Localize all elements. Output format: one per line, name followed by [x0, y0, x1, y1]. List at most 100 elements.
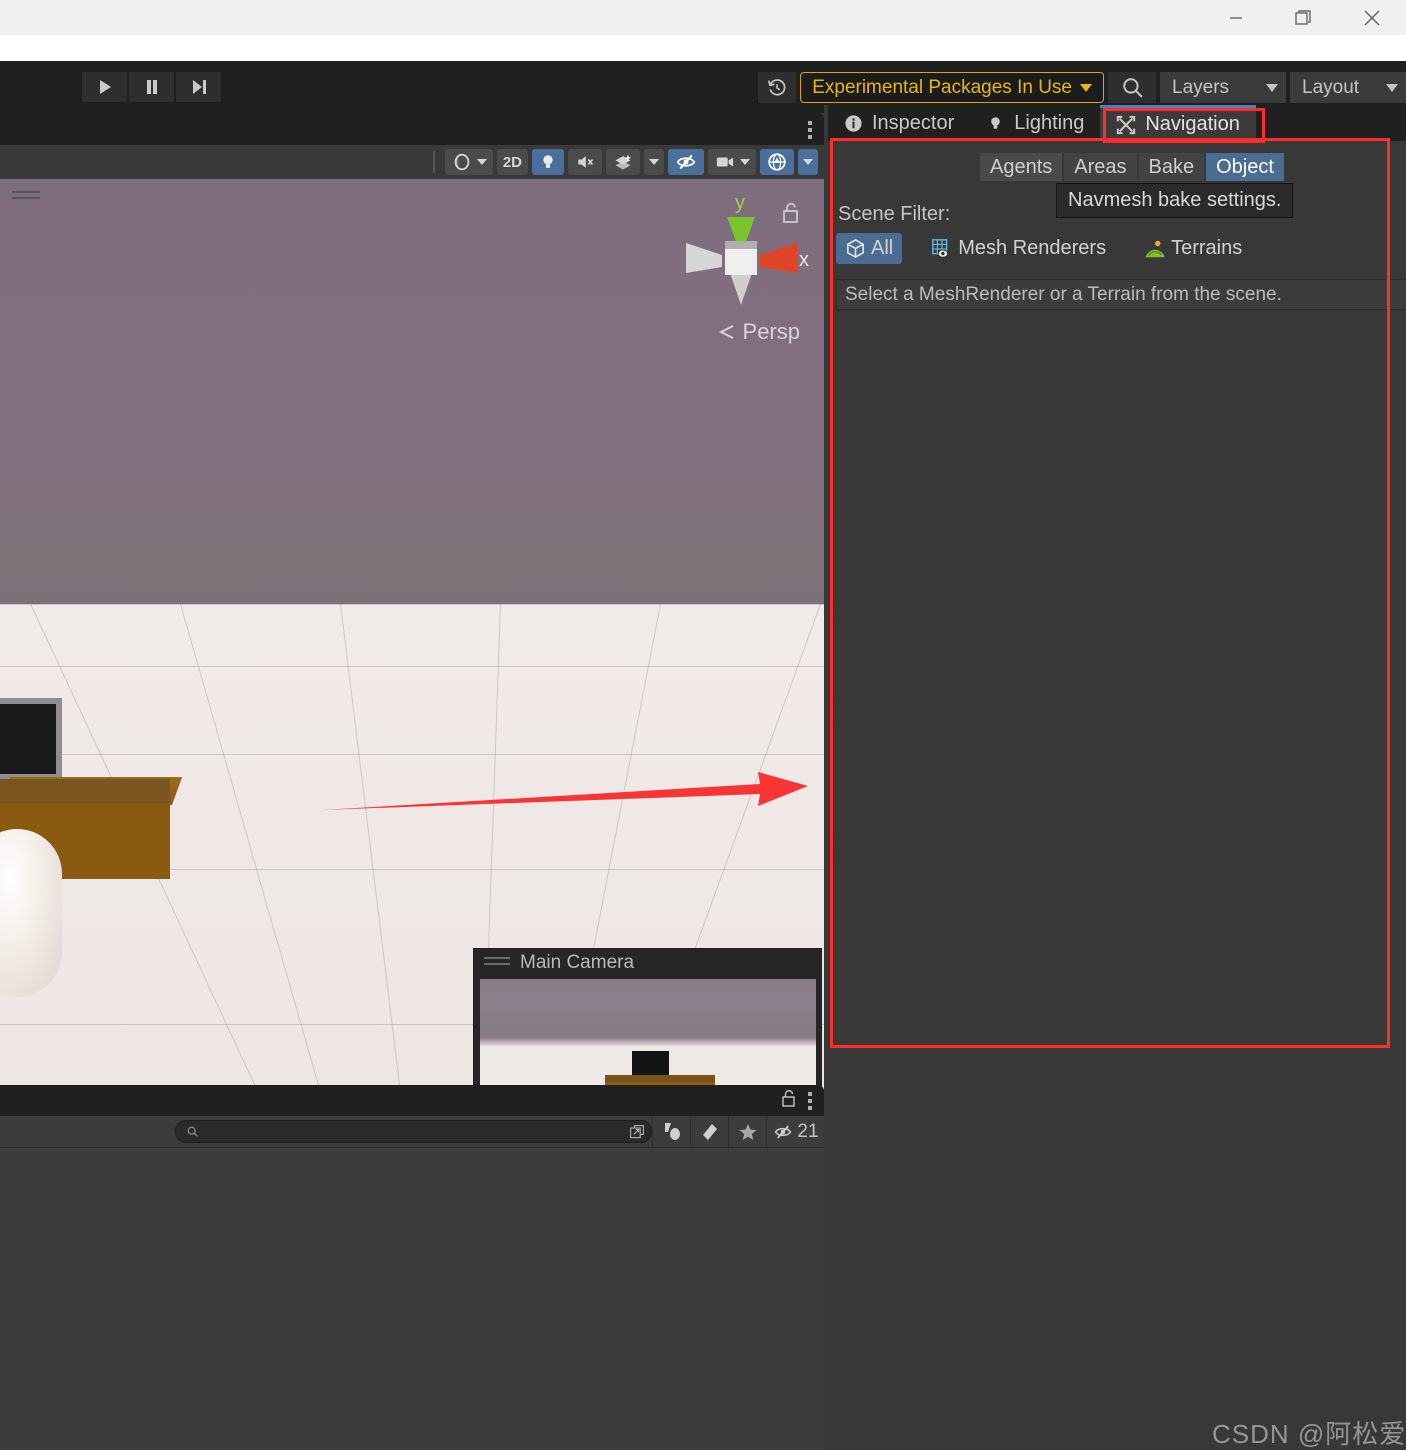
layers-dropdown[interactable]: Layers: [1160, 72, 1286, 103]
info-icon: [845, 114, 862, 132]
layout-dropdown[interactable]: Layout: [1290, 72, 1406, 103]
bake-tooltip: Navmesh bake settings.: [1056, 183, 1294, 218]
tab-navigation[interactable]: Navigation: [1100, 105, 1256, 141]
restore-icon: [1295, 9, 1311, 25]
chevron-down-icon: [1386, 83, 1398, 92]
favorites-filter-button[interactable]: [728, 1116, 766, 1147]
hidden-objects-toggle-button[interactable]: [668, 149, 704, 175]
sphere-icon: [454, 153, 470, 171]
hierarchy-toolbar: 21: [0, 1116, 824, 1147]
scene-projection-label[interactable]: Persp: [717, 319, 800, 345]
hierarchy-search-field[interactable]: [175, 1120, 652, 1143]
filter-all[interactable]: All: [836, 233, 903, 264]
close-button[interactable]: [1338, 0, 1406, 35]
chevron-down-icon: [803, 159, 813, 165]
navigation-empty-message-text: Select a MeshRenderer or a Terrain from …: [845, 283, 1282, 305]
segment-areas[interactable]: Areas: [1064, 153, 1137, 181]
segment-bake[interactable]: Bake: [1138, 153, 1205, 181]
restore-button[interactable]: [1270, 0, 1338, 35]
gizmo-lock-button[interactable]: [780, 201, 802, 230]
tab-lighting-label: Lighting: [1014, 111, 1085, 134]
kebab-menu-icon[interactable]: [808, 121, 812, 139]
tab-inspector[interactable]: Inspector: [828, 105, 970, 141]
scene-view-toolbar: 2D: [0, 145, 824, 179]
os-title-bar: [0, 0, 1406, 35]
filter-mesh-renderers-label: Mesh Renderers: [958, 237, 1107, 259]
search-icon: [1122, 78, 1143, 98]
2d-label: 2D: [502, 153, 522, 171]
chevron-left-icon: [718, 325, 733, 339]
effects-toggle-button[interactable]: [606, 149, 640, 175]
scene-view-tabbar: [0, 113, 824, 145]
segment-agents[interactable]: Agents: [980, 153, 1063, 181]
title-bar-spacer: [0, 35, 1406, 61]
drag-handle-icon[interactable]: [484, 956, 510, 969]
lightbulb-icon: [991, 116, 1001, 129]
camera-preview-titlebar: Main Camera: [474, 949, 821, 976]
lighting-toggle-button[interactable]: [532, 149, 564, 175]
kebab-menu-icon[interactable]: [808, 1091, 812, 1110]
scene-view-panel: 2D y x Persp Main Camera: [0, 113, 824, 1198]
tab-inspector-label: Inspector: [872, 111, 955, 134]
navigation-empty-message: Select a MeshRenderer or a Terrain from …: [836, 279, 1406, 310]
shading-mode-button[interactable]: [444, 149, 493, 175]
tab-lighting[interactable]: Lighting: [970, 105, 1100, 141]
lock-icon[interactable]: [780, 1088, 798, 1113]
experimental-packages-label: Experimental Packages In Use: [812, 76, 1072, 98]
eye-off-icon: [676, 154, 696, 170]
star-icon: [738, 1123, 757, 1140]
step-icon: [192, 80, 206, 94]
layout-label: Layout: [1302, 76, 1360, 98]
audio-toggle-button[interactable]: [568, 149, 602, 175]
chevron-down-icon: [1080, 83, 1092, 92]
experimental-packages-badge[interactable]: Experimental Packages In Use: [800, 72, 1104, 103]
minimize-icon: [1230, 16, 1242, 19]
global-search-button[interactable]: [1108, 72, 1156, 103]
preview-monitor: [632, 1051, 669, 1078]
gizmos-toggle-button[interactable]: [760, 149, 794, 175]
gizmos-dropdown-button[interactable]: [798, 149, 818, 175]
2d-toggle-button[interactable]: 2D: [496, 149, 528, 175]
minimize-button[interactable]: [1202, 0, 1270, 35]
inspector-dock: Inspector Lighting Navigation Agents Are…: [824, 105, 1406, 1450]
lightbulb-icon: [543, 155, 553, 168]
object-filter-button[interactable]: [652, 1116, 690, 1147]
tag-filter-button[interactable]: [690, 1116, 728, 1147]
gizmos-globe-icon: [768, 153, 786, 171]
scene-viewport[interactable]: y x Persp Main Camera: [0, 179, 824, 1198]
chevron-down-icon: [476, 159, 487, 165]
filter-terrains-label: Terrains: [1171, 237, 1243, 259]
main-toolbar-right: Experimental Packages In Use Layers Layo…: [758, 71, 1406, 104]
search-icon: [187, 1126, 198, 1137]
segment-object[interactable]: Object: [1206, 153, 1284, 181]
viewport-drag-handle[interactable]: [12, 191, 40, 203]
scene-camera-button[interactable]: [708, 149, 756, 175]
filter-mesh-renderers[interactable]: Mesh Renderers: [922, 233, 1115, 264]
undo-history-button[interactable]: [758, 72, 797, 103]
projection-label: Persp: [742, 319, 800, 344]
segment-agents-label: Agents: [990, 155, 1053, 178]
capsule-character-object: [0, 829, 62, 997]
toolbar-divider: [432, 151, 435, 173]
bake-tooltip-text: Navmesh bake settings.: [1068, 189, 1282, 211]
navigation-panel-body: Agents Areas Bake Object Navmesh bake se…: [830, 141, 1406, 1093]
gizmo-axis-y-label: y: [735, 192, 745, 214]
play-button[interactable]: [82, 72, 127, 102]
step-button[interactable]: [176, 72, 221, 102]
mute-audio-icon: [578, 156, 594, 168]
pause-button[interactable]: [129, 72, 174, 102]
unlock-icon: [783, 202, 798, 223]
camera-preview-title: Main Camera: [520, 951, 635, 973]
hierarchy-list[interactable]: [0, 1147, 824, 1450]
effects-dropdown-button[interactable]: [644, 149, 664, 175]
chevron-down-icon: [649, 159, 659, 165]
gizmo-axis-x-label: x: [799, 249, 809, 271]
expand-window-icon[interactable]: [629, 1124, 645, 1140]
chevron-down-icon: [1266, 83, 1278, 92]
filter-all-label: All: [871, 237, 894, 259]
eye-off-icon: [775, 1124, 792, 1139]
filter-terrains[interactable]: Terrains: [1135, 233, 1251, 264]
navigation-segment-tabs: Agents Areas Bake Object: [980, 153, 1286, 181]
hidden-objects-count-label: 21: [797, 1120, 819, 1142]
hidden-objects-count-button[interactable]: 21: [766, 1116, 824, 1147]
